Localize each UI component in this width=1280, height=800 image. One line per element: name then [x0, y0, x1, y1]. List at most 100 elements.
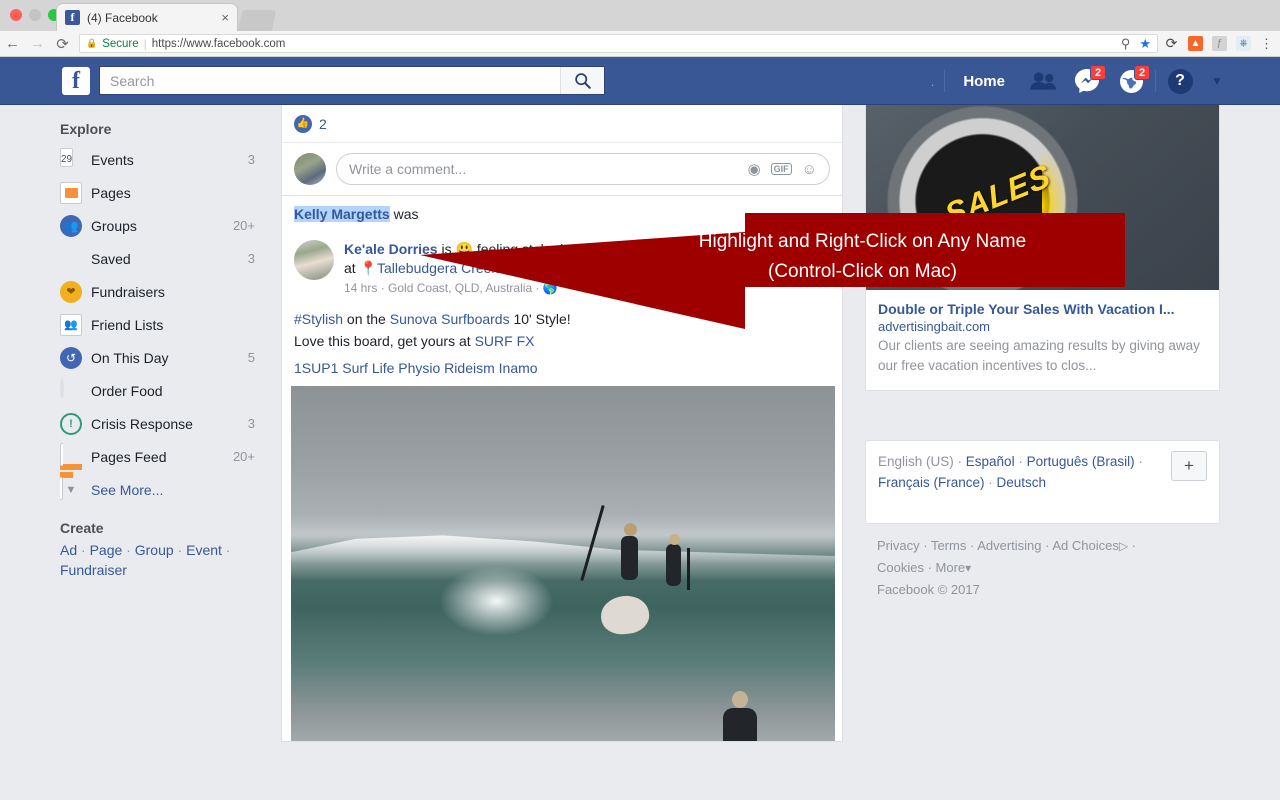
sidebar-item-fundraisers[interactable]: ❤ Fundraisers — [0, 275, 281, 308]
heart-coin-icon: ❤ — [60, 280, 82, 303]
brand-link[interactable]: Sunova Surfboards — [390, 311, 510, 327]
surffx-link[interactable]: SURF FX — [475, 333, 535, 349]
post-location[interactable]: Gold Coast, QLD, Australia — [388, 281, 532, 295]
bookmark-star-icon[interactable]: ★ — [1139, 36, 1151, 52]
flag-icon — [60, 181, 82, 204]
sidebar-item-on-this-day[interactable]: ↺ On This Day 5 — [0, 341, 281, 374]
hashtag-link[interactable]: #Stylish — [294, 311, 343, 327]
post-author[interactable]: Ke'ale Dorries — [344, 241, 438, 257]
sticker-icon[interactable]: ☺ — [802, 161, 817, 178]
sidebar-item-events[interactable]: 29 Events 3 — [0, 143, 281, 176]
analytics-extension-icon[interactable]: ▲ — [1188, 36, 1203, 51]
sidebar-item-pages-feed[interactable]: Pages Feed 20+ — [0, 440, 281, 500]
search-button[interactable] — [560, 67, 604, 94]
create-link-page[interactable]: Page — [90, 542, 123, 558]
see-more-button[interactable]: ▼ See More... — [0, 473, 281, 506]
sidebar-item-groups[interactable]: 👥 Groups 20+ — [0, 209, 281, 242]
messages-badge: 2 — [1090, 65, 1106, 80]
selected-name[interactable]: Kelly Margetts — [294, 206, 390, 222]
others-link[interactable]: 3 others — [596, 241, 647, 257]
body-mid: on the — [343, 311, 390, 327]
ad-url[interactable]: advertisingbait.com — [878, 319, 1207, 334]
facebook-logo-icon[interactable]: f — [62, 67, 90, 95]
sync-extension-icon[interactable]: ⟳ — [1164, 35, 1179, 51]
search-icon — [575, 73, 591, 89]
create-links: Ad · Page · Group · Event · Fundraiser — [60, 542, 231, 578]
thumbs-up-icon: 👍 — [294, 114, 312, 133]
language-link-pt[interactable]: Português (Brasil) — [1027, 454, 1135, 469]
meta-separator-2: · — [535, 281, 540, 295]
post-time[interactable]: 14 hrs — [344, 281, 377, 295]
comment-input[interactable]: Write a comment... — [349, 161, 748, 177]
footer-link-terms[interactable]: Terms — [931, 538, 966, 553]
crisis-icon: ! — [60, 412, 82, 435]
notifications-icon[interactable]: 2 — [1109, 57, 1153, 105]
browser-tab[interactable]: f (4) Facebook × — [57, 4, 237, 31]
sidebar-item-pages[interactable]: Pages — [0, 176, 281, 209]
gif-icon[interactable]: GIF — [770, 163, 792, 175]
footer-link-cookies[interactable]: Cookies — [877, 560, 924, 575]
post-photo[interactable] — [291, 386, 835, 741]
add-language-button[interactable]: + — [1171, 451, 1207, 481]
sidebar-item-label: On This Day — [91, 349, 169, 366]
ad-image[interactable]: SALES — [866, 105, 1219, 290]
sidebar-item-friend-lists[interactable]: 👥 Friend Lists — [0, 308, 281, 341]
sidebar-item-label: Order Food — [91, 382, 163, 399]
ad-title[interactable]: Double or Triple Your Sales With Vacatio… — [878, 300, 1207, 318]
minimize-window-button[interactable] — [29, 9, 41, 21]
footer-links: Privacy · Terms · Advertising · Ad Choic… — [877, 538, 1137, 597]
reactions-row[interactable]: 👍 2 — [282, 105, 842, 143]
language-link-de[interactable]: Deutsch — [997, 475, 1047, 490]
second-surfer-paddle — [687, 548, 690, 590]
share-line-rest: was — [393, 206, 419, 222]
surfer-body — [621, 536, 638, 580]
avatar[interactable] — [294, 240, 334, 280]
footer-link-privacy[interactable]: Privacy — [877, 538, 920, 553]
search-input[interactable] — [100, 67, 560, 94]
sidebar-item-crisis-response[interactable]: ! Crisis Response 3 — [0, 407, 281, 440]
body-line2: Love this board, get yours at — [294, 333, 475, 349]
account-menu-button[interactable]: ▼ — [1202, 57, 1232, 105]
facebook-search[interactable] — [99, 66, 605, 95]
sidebar-item-label: Pages Feed — [91, 448, 167, 465]
sidebar-item-order-food[interactable]: Order Food — [0, 374, 281, 407]
at-word: at — [344, 260, 356, 276]
bookmark-icon — [60, 248, 82, 270]
sidebar-item-saved[interactable]: Saved 3 — [0, 242, 281, 275]
boat-extension-icon[interactable]: ⎈ — [1236, 36, 1251, 51]
comment-input-wrapper[interactable]: Write a comment... ◉ GIF ☺ — [336, 153, 830, 185]
feeling-text: feeling stoked with — [476, 241, 593, 257]
create-link-event[interactable]: Event — [186, 542, 222, 558]
reload-button[interactable]: ⟳ — [50, 35, 75, 53]
language-link-es[interactable]: Español — [966, 454, 1015, 469]
create-link-group[interactable]: Group — [135, 542, 174, 558]
post-tag-line[interactable]: 1SUP1 Surf Life Physio Rideism Inamo — [282, 360, 842, 386]
browser-menu-icon[interactable]: ⋮ — [1260, 37, 1273, 50]
footer-link-ad-choices[interactable]: Ad Choices — [1052, 538, 1118, 553]
footer-link-advertising[interactable]: Advertising — [977, 538, 1041, 553]
address-bar[interactable]: 🔒 Secure | https://www.facebook.com ⚲ ★ — [79, 34, 1158, 53]
nav-home-link[interactable]: Home — [947, 73, 1021, 90]
forward-button[interactable]: → — [25, 35, 50, 52]
privacy-globe-icon[interactable]: 🌎 — [543, 281, 558, 295]
create-link-ad[interactable]: Ad — [60, 542, 77, 558]
page-search-icon[interactable]: ⚲ — [1121, 36, 1131, 52]
close-icon[interactable]: × — [221, 10, 229, 25]
close-window-button[interactable] — [10, 9, 22, 21]
create-header: Create — [60, 520, 104, 536]
camera-icon[interactable]: ◉ — [748, 160, 761, 178]
tab-title: (4) Facebook — [87, 10, 158, 25]
back-button[interactable]: ← — [0, 35, 25, 52]
wave-crest — [291, 535, 835, 581]
new-tab-button[interactable] — [237, 10, 277, 31]
friend-requests-icon[interactable] — [1021, 57, 1065, 105]
footer-link-more[interactable]: More — [936, 560, 966, 575]
create-link-fundraiser[interactable]: Fundraiser — [60, 562, 127, 578]
sponsored-ad-card[interactable]: SALES Double or Triple Your Sales With V… — [865, 105, 1220, 391]
place-link[interactable]: Tallebudgera Creek — [377, 260, 498, 276]
omnibox-separator: | — [143, 36, 147, 51]
messages-icon[interactable]: 2 — [1065, 57, 1109, 105]
language-link-fr[interactable]: Français (France) — [878, 475, 985, 490]
help-button[interactable]: ? — [1158, 57, 1202, 105]
grey-extension-icon[interactable]: ƒ — [1212, 36, 1227, 51]
